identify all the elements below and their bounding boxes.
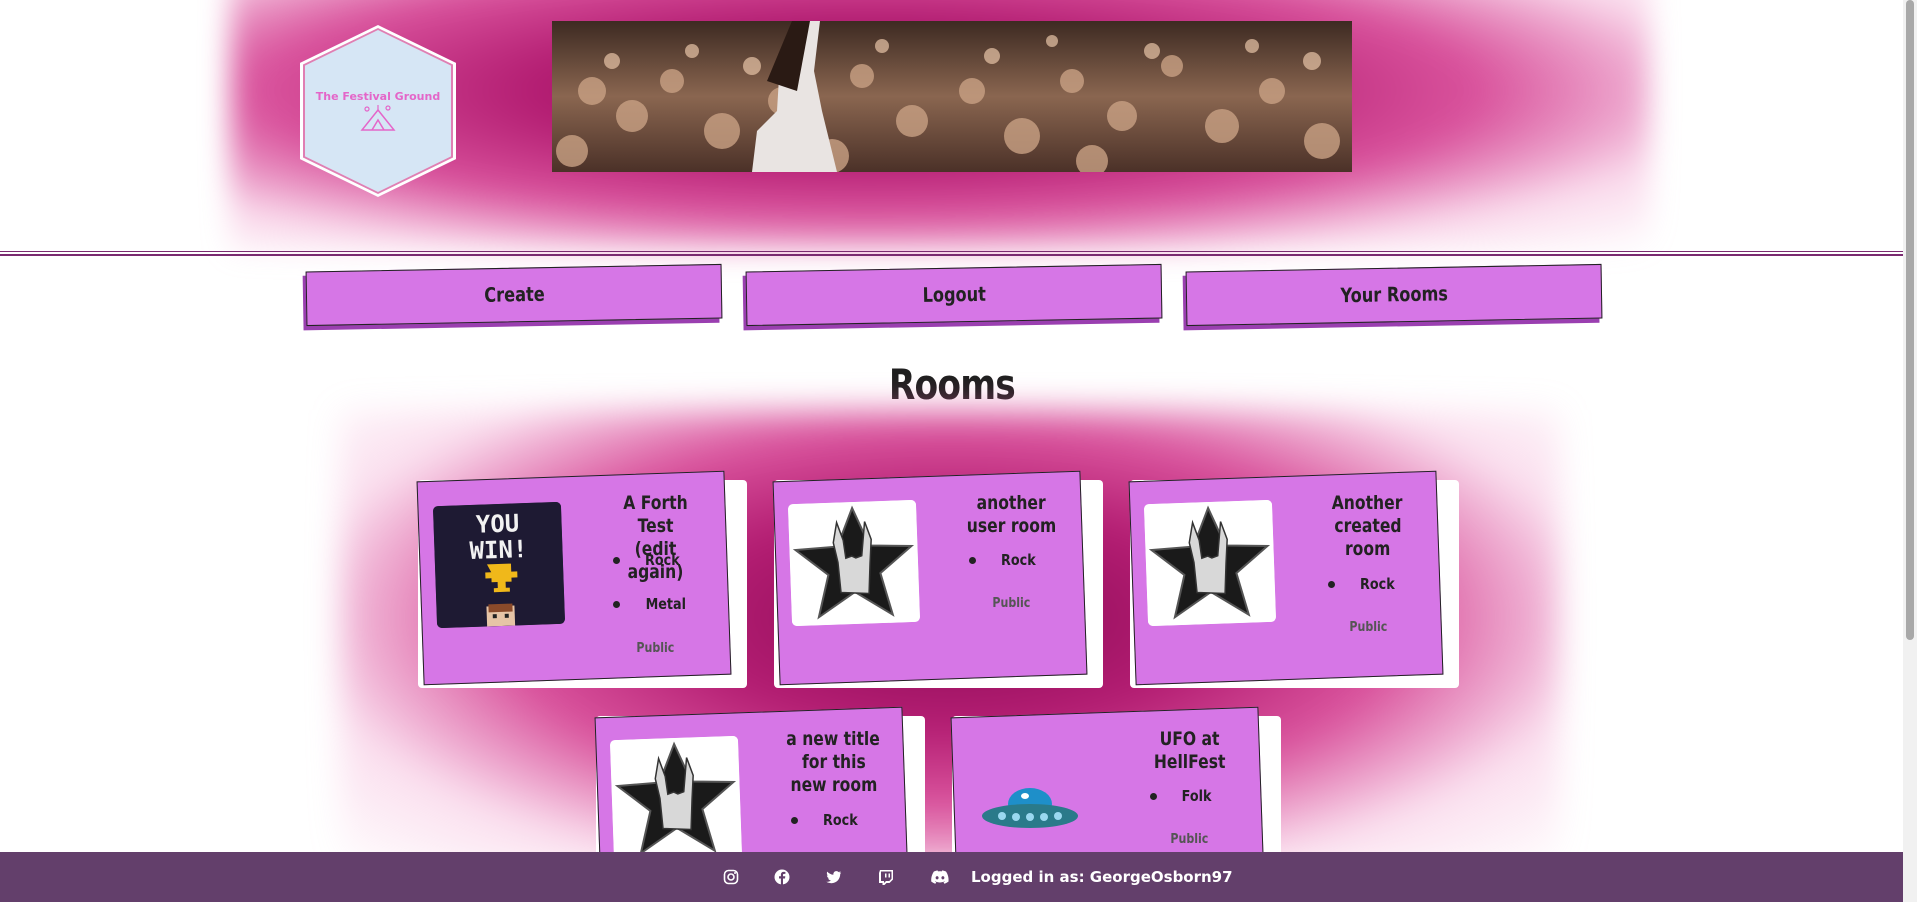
visibility-label: Public [636,641,675,656]
logged-in-status: Logged in as: GeorgeOsborn97 [971,868,1233,886]
visibility-label: Public [1170,832,1209,847]
header-divider-thick [0,254,1903,256]
rock-hand-image [1143,499,1277,627]
genre-item: Folk [1150,787,1214,805]
rock-hand-image [609,735,743,863]
visibility-label: Public [992,596,1031,611]
tent-icon [360,105,396,131]
room-title: a new title for this new room [786,728,881,796]
room-title: UFO at HellFest [1153,728,1226,773]
crowd-banner [552,21,1352,172]
twitch-icon[interactable] [878,869,894,885]
you-text: YOU [475,509,519,538]
room-title: A Forth Test (edit again) [623,492,688,583]
ufo-icon [982,788,1078,828]
page: The Festival Ground Create Logout Your R… [0,0,1903,902]
room-card[interactable]: another user room Rock Public [772,470,1103,688]
logout-label: Logout [922,282,986,308]
facebook-icon[interactable] [774,869,790,885]
genre-item: Rock [1328,575,1398,593]
page-title: Rooms [888,360,1015,409]
crowd-photo-icon [552,21,1352,172]
room-title: another user room [966,492,1057,537]
logout-button[interactable]: Logout [745,263,1163,327]
header-divider [0,251,1903,252]
rock-hand-image [787,499,921,627]
room-card[interactable]: Another created room Rock Public [1128,470,1459,688]
rock-hand-star-icon [787,499,921,627]
room-title: Another created room [1332,492,1403,560]
footer [0,852,1903,902]
create-label: Create [483,282,545,308]
your-rooms-label: Your Rooms [1340,282,1448,308]
rock-hand-star-icon [609,735,743,863]
win-text: WIN! [469,535,528,565]
you-win-image: YOU WIN! [432,501,566,629]
twitter-icon[interactable] [826,869,842,885]
discord-icon[interactable] [931,869,949,885]
rock-hand-star-icon [1143,499,1277,627]
scrollbar-thumb[interactable] [1906,0,1914,640]
logo-text: The Festival Ground [315,90,441,103]
create-button[interactable]: Create [305,263,723,327]
genre-item: Rock [969,551,1039,569]
room-card[interactable]: YOU WIN! A Forth Test (edit again) Rock M… [416,470,747,688]
instagram-icon[interactable] [723,869,739,885]
genre-item: Rock [613,551,683,569]
your-rooms-button[interactable]: Your Rooms [1185,263,1603,327]
genre-item: Metal [613,595,690,613]
you-win-pixel-icon: YOU WIN! [432,501,566,629]
visibility-label: Public [1349,620,1388,635]
genre-item: Rock [791,811,861,829]
